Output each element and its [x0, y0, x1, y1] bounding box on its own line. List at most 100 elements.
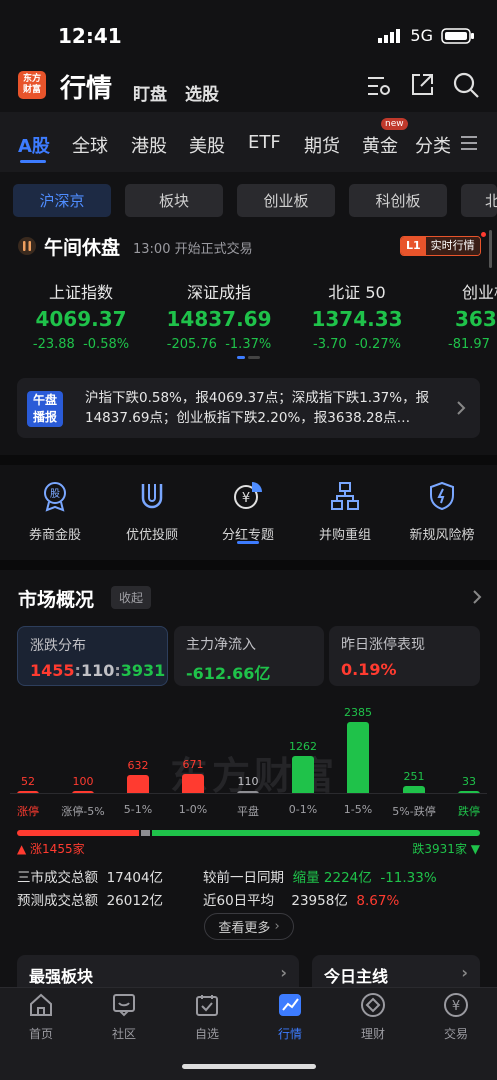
page-title: 行情: [60, 74, 113, 104]
realtime-badge[interactable]: L1 实时行情: [400, 236, 481, 256]
nav-market[interactable]: 行情: [260, 992, 320, 1042]
signal-icon: [378, 28, 401, 43]
realtime-label: 实时行情: [425, 237, 480, 255]
chart-bar-value: 671: [182, 758, 204, 771]
index-value: 14837.69: [166, 307, 272, 331]
tab-watch[interactable]: 盯盘: [133, 80, 167, 105]
subtab-shanghai-shenzhen-beijing[interactable]: 沪深京: [13, 184, 111, 217]
collapse-button[interactable]: 收起: [111, 586, 152, 609]
compare-value: 缩量 2224亿: [292, 870, 372, 886]
section-divider: [0, 455, 497, 465]
app-logo[interactable]: 东方 财富: [18, 71, 46, 99]
index-card-bse50[interactable]: 北证 50 1374.33 -3.70 -0.27%: [292, 279, 422, 352]
index-change-pct: -0.27%: [354, 337, 401, 352]
quick-broker-picks[interactable]: 股 券商金股: [10, 480, 100, 543]
tab-global[interactable]: 全球: [72, 132, 108, 158]
chevron-right-icon[interactable]: [472, 589, 482, 605]
tab-etf[interactable]: ETF: [248, 132, 281, 153]
chart-bar-value: 2385: [344, 706, 372, 719]
quick-label: 券商金股: [28, 528, 81, 543]
tab-stock-picker[interactable]: 选股: [185, 80, 219, 105]
badge-icon: 股: [44, 482, 66, 512]
svg-text:股: 股: [50, 488, 60, 500]
chevron-right-icon: ›: [461, 963, 468, 982]
forecast-value: 26012亿: [106, 893, 164, 909]
index-card-chinext[interactable]: 创业板 3638 -81.97: [430, 279, 497, 352]
up-down-ratio-bar: [17, 830, 480, 836]
nav-community[interactable]: 社区: [94, 992, 154, 1042]
quick-mna[interactable]: 并购重组: [300, 480, 390, 543]
subtab-sectors[interactable]: 板块: [125, 184, 223, 217]
card-up-down-distribution[interactable]: 涨跌分布 1455:110:3931: [17, 626, 168, 686]
new-badge: new: [381, 118, 408, 130]
index-name: 创业板: [462, 283, 497, 302]
share-icon[interactable]: [409, 72, 435, 98]
settings-list-icon[interactable]: [366, 74, 392, 98]
index-change-points: -23.88: [32, 337, 75, 352]
nav-home[interactable]: 首页: [11, 992, 71, 1042]
tab-hk[interactable]: 港股: [131, 132, 167, 158]
index-card-shanghai[interactable]: 上证指数 4069.37 -23.88 -0.58%: [16, 279, 146, 352]
turnover-label: 三市成交总额: [17, 870, 98, 886]
chart-category-label: 0-1%: [288, 803, 318, 816]
chart-category-label: 跌停: [458, 805, 480, 818]
chart-bar-value: 52: [21, 775, 35, 788]
chart-icon: [279, 994, 301, 1016]
active-tab-indicator: [20, 160, 46, 163]
nav-label: 交易: [443, 1027, 468, 1041]
chevron-right-icon: [457, 401, 466, 415]
chart-category-label: 平盘: [237, 805, 259, 818]
notify-dot: [481, 232, 486, 237]
chart-category-label: 5%-跌停: [392, 805, 436, 818]
avg-value: 23958亿: [291, 893, 348, 909]
search-icon[interactable]: [452, 71, 480, 99]
card-value: -612.66亿: [186, 664, 271, 683]
tab-futures[interactable]: 期货: [304, 132, 340, 158]
tab-gold[interactable]: 黄金: [362, 132, 398, 158]
nav-trade[interactable]: ¥ 交易: [426, 992, 486, 1042]
tab-a-shares[interactable]: A股: [18, 132, 50, 158]
view-more-button[interactable]: 查看更多 ›: [204, 913, 294, 940]
quick-risk-list[interactable]: 新规风险榜: [397, 480, 487, 543]
index-card-shenzhen[interactable]: 深证成指 14837.69 -205.76 -1.37%: [154, 279, 284, 352]
index-change-pct: -0.58%: [83, 337, 130, 352]
nav-label: 自选: [194, 1027, 219, 1041]
avg-row: 近60日平均 23958亿 8.67%: [203, 889, 399, 909]
home-indicator: [182, 1064, 316, 1069]
chart-bar-value: 33: [462, 775, 476, 788]
menu-icon[interactable]: [461, 136, 477, 150]
checkbox-icon: [196, 995, 218, 1016]
index-name: 北证 50: [328, 283, 386, 302]
midday-report-text: 沪指下跌0.58%，报4069.37点；深成指下跌1.37%，报14837.69…: [85, 390, 430, 426]
chart-bar: [347, 722, 369, 794]
home-icon: [30, 993, 52, 1016]
nav-watchlist[interactable]: 自选: [177, 992, 237, 1042]
compare-row: 较前一日同期 缩量 2224亿 -11.33%: [203, 866, 437, 886]
down-count-label: 跌3931家 ▼: [412, 842, 480, 856]
subtab-beijing[interactable]: 北: [461, 184, 497, 217]
index-change-points: -205.76: [166, 337, 217, 352]
nav-wealth[interactable]: 理财: [343, 992, 403, 1042]
index-value: 4069.37: [35, 307, 127, 331]
chart-bar: [127, 775, 149, 794]
quick-active-indicator: [237, 541, 259, 544]
flat-count: 110: [80, 661, 115, 680]
dividend-icon: ¥: [234, 482, 262, 509]
subtab-chinext[interactable]: 创业板: [237, 184, 335, 217]
chart-category-label: 5-1%: [123, 803, 153, 816]
card-limit-up-performance[interactable]: 昨日涨停表现 0.19%: [329, 626, 480, 686]
quick-dividend[interactable]: ¥ 分红专题: [203, 480, 293, 543]
org-chart-icon: [331, 482, 359, 510]
view-more-label: 查看更多: [218, 921, 271, 936]
svg-text:¥: ¥: [242, 491, 250, 506]
nav-label: 理财: [360, 1027, 385, 1041]
avg-pct: 8.67%: [356, 893, 400, 909]
tab-us[interactable]: 美股: [189, 132, 225, 158]
card-net-inflow[interactable]: 主力净流入 -612.66亿: [174, 626, 324, 686]
ratio-flat: [141, 830, 150, 836]
tab-category[interactable]: 分类: [415, 132, 451, 158]
subtab-star[interactable]: 科创板: [349, 184, 447, 217]
quick-label: 优优投顾: [125, 528, 178, 543]
chart-category-label: 1-0%: [178, 803, 208, 816]
quick-advisor[interactable]: 优优投顾: [107, 480, 197, 543]
